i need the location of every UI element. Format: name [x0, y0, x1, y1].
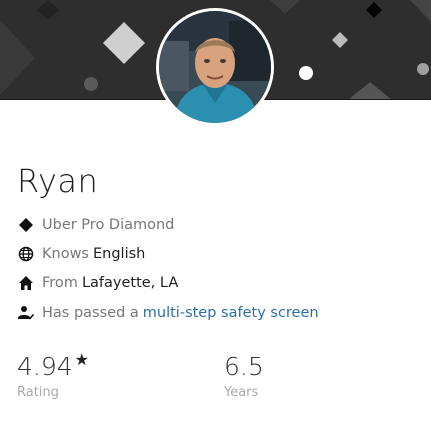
language-prefix: Knows: [42, 246, 89, 262]
years-value: 6.5: [224, 352, 264, 381]
verified-user-icon: [17, 304, 35, 322]
hometown-value: Lafayette, LA: [81, 275, 179, 291]
diamond-icon: [17, 216, 35, 234]
rating-stat: 4.94 ★ Rating: [17, 350, 90, 400]
rating-value: 4.94: [17, 352, 73, 381]
language-value: English: [92, 246, 146, 262]
safety-prefix: Has passed a: [42, 305, 139, 321]
hometown-row: From Lafayette, LA: [17, 272, 178, 294]
star-icon: ★: [74, 350, 90, 369]
home-icon: [17, 274, 35, 292]
hometown-prefix: From: [42, 275, 78, 291]
tier-row: Uber Pro Diamond: [17, 214, 174, 236]
years-stat: 6.5 Years: [224, 352, 264, 400]
tier-text: Uber Pro Diamond: [42, 217, 175, 233]
safety-screen-link[interactable]: multi-step safety screen: [143, 305, 319, 321]
globe-icon: [17, 245, 35, 263]
years-label: Years: [224, 385, 259, 400]
driver-name: Ryan: [17, 162, 99, 200]
rating-label: Rating: [17, 385, 59, 400]
avatar[interactable]: [156, 8, 274, 126]
language-row: Knows English: [17, 243, 145, 265]
safety-row: Has passed a multi-step safety screen: [17, 302, 319, 324]
avatar-photo: [159, 11, 271, 123]
